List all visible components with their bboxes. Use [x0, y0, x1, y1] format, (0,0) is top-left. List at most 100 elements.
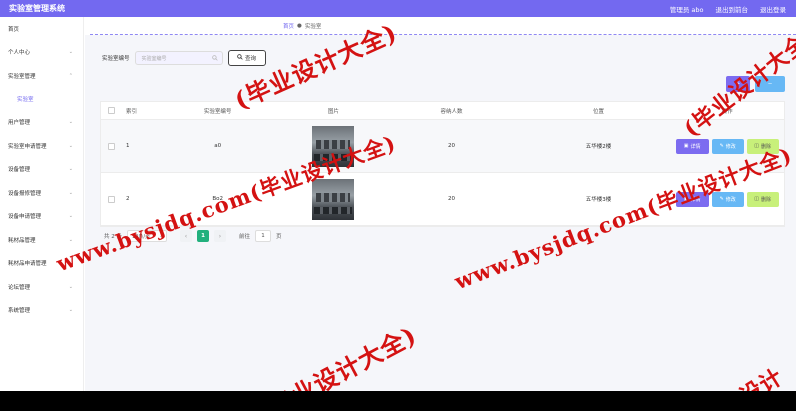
- trash-icon: ◫: [754, 196, 760, 202]
- select-all-checkbox[interactable]: [108, 107, 116, 114]
- select-all-cell: [101, 107, 123, 114]
- back-to-front-link[interactable]: 退出到前台: [716, 4, 749, 14]
- top-right-links: 管理员 abo 退出到前台 退出登录: [670, 4, 786, 14]
- table-header: 索引 实验室编号 图片 容纳人数 位置 操作: [101, 102, 784, 120]
- chevron-down-icon: ⌄: [68, 119, 73, 126]
- column-header-actions: 操作: [721, 108, 733, 115]
- row-select-cell: [101, 142, 123, 150]
- search-placeholder: 实验室编号: [141, 55, 167, 62]
- sidebar-item-label: 首页: [8, 26, 20, 33]
- app-title: 实验室管理系统: [9, 4, 65, 13]
- goto-page-input[interactable]: 1: [255, 230, 272, 242]
- column-header-location: 位置: [593, 108, 605, 115]
- pagination: 共 2 条 10条/页 ⌄ ‹ 1 › 前往 1 页: [104, 230, 282, 242]
- lab-photo: [312, 125, 355, 167]
- sidebar-item-label: 设备报修管理: [8, 190, 42, 197]
- edit-button[interactable]: ✎ 修改: [711, 191, 744, 207]
- sidebar-item-equipment-repair[interactable]: 设备报修管理 ⌄: [0, 181, 83, 205]
- sidebar-item-equipment[interactable]: 设备管理 ⌄: [0, 158, 83, 182]
- row-image-cell: [290, 125, 376, 167]
- trash-icon: ◫: [754, 143, 760, 149]
- sidebar-item-label: 实验室: [17, 97, 34, 103]
- sidebar-item-system[interactable]: 系统管理 ⌄: [0, 299, 83, 323]
- delete-button[interactable]: ◫ 删除: [746, 191, 779, 207]
- pagination-total: 共 2 条: [104, 234, 122, 240]
- breadcrumb-current: 实验室: [304, 24, 322, 30]
- detail-button[interactable]: ▣ 详情: [675, 138, 709, 154]
- delete-button-label: 删除: [761, 143, 772, 150]
- sidebar-item-label: 设备申请管理: [8, 214, 42, 221]
- sidebar-item-label: 论坛管理: [8, 284, 31, 291]
- table-row: 2 Bo2 20 五华楼3楼 ▣ 详情 ✎ 修改 ◫ 删除: [101, 173, 784, 226]
- sidebar-item-label: 实验室管理: [8, 73, 36, 80]
- sidebar-item-consumables[interactable]: 耗材品管理 ⌄: [0, 228, 83, 252]
- sidebar-subitem-lab[interactable]: 实验室: [0, 88, 83, 111]
- chevron-left-icon: ‹: [184, 232, 188, 240]
- logout-link[interactable]: 退出登录: [760, 4, 786, 14]
- edit-icon: ✎: [719, 196, 724, 202]
- prev-page-button[interactable]: ‹: [180, 230, 192, 242]
- sidebar-item-home[interactable]: 首页: [0, 17, 83, 41]
- row-capacity: 20: [447, 196, 455, 202]
- sidebar-item-lab-management[interactable]: 实验室管理 ⌃: [0, 64, 83, 88]
- chevron-down-icon: ⌄: [68, 142, 73, 149]
- column-header-index: 索引: [125, 108, 137, 115]
- plus-icon: +: [735, 81, 741, 87]
- edit-button-label: 修改: [725, 196, 736, 203]
- table-row: 1 a0 20 五华楼2楼 ▣ 详情 ✎ 修改 ◫ 删除: [101, 120, 784, 173]
- detail-icon: ▣: [683, 143, 689, 149]
- sidebar-item-lab-application[interactable]: 实验室申请管理 ⌄: [0, 134, 83, 158]
- detail-icon: ▣: [683, 196, 689, 202]
- current-page-button[interactable]: 1: [197, 230, 209, 242]
- chevron-down-icon: ⌄: [68, 189, 73, 196]
- delete-selected-button[interactable]: −: [755, 76, 785, 92]
- sidebar-item-label: 实验室申请管理: [8, 143, 47, 150]
- chevron-down-icon: ⌄: [68, 166, 73, 173]
- sidebar-item-personal-center[interactable]: 个人中心 ⌄: [0, 41, 83, 65]
- sidebar-item-label: 耗材品管理: [8, 237, 36, 244]
- edit-icon: ✎: [719, 143, 724, 149]
- delete-button[interactable]: ◫ 删除: [746, 138, 779, 154]
- sidebar-item-label: 耗材品申请管理: [8, 261, 47, 268]
- search-form: 实验室编号 实验室编号 查询: [102, 50, 266, 66]
- sidebar-item-user-management[interactable]: 用户管理 ⌄: [0, 111, 83, 135]
- goto-label: 前往: [239, 234, 251, 240]
- chevron-down-icon: ⌄: [68, 307, 73, 314]
- next-page-button[interactable]: ›: [214, 230, 226, 242]
- row-index: 2: [125, 196, 130, 202]
- detail-button-label: 详情: [690, 196, 701, 203]
- row-image-cell: [290, 178, 376, 220]
- search-input[interactable]: 实验室编号: [134, 51, 223, 65]
- chevron-down-icon: ⌄: [68, 213, 73, 220]
- search-icon: [237, 54, 243, 62]
- row-location: 五华楼2楼: [585, 144, 612, 150]
- row-select-cell: [101, 195, 123, 203]
- query-button-label: 查询: [245, 56, 257, 62]
- sidebar-item-forum[interactable]: 论坛管理 ⌄: [0, 275, 83, 299]
- breadcrumb-home[interactable]: 首页: [283, 22, 294, 30]
- breadcrumb: 首页 ● 实验室: [283, 22, 321, 30]
- chevron-down-icon: ⌄: [158, 233, 163, 239]
- sidebar-item-label: 设备管理: [8, 167, 31, 174]
- lab-table: 索引 实验室编号 图片 容纳人数 位置 操作 1 a0 20 五华楼2楼 ▣ 详情…: [100, 101, 785, 227]
- bottom-bar: [0, 391, 796, 411]
- column-header-capacity: 容纳人数: [440, 108, 463, 115]
- admin-label: 管理员 abo: [669, 5, 704, 14]
- add-button[interactable]: +: [726, 76, 750, 92]
- row-checkbox[interactable]: [108, 142, 116, 150]
- chevron-down-icon: ⌄: [68, 260, 73, 267]
- top-bar: 实验室管理系统 管理员 abo 退出到前台 退出登录: [0, 0, 796, 17]
- row-lab-number: Bo2: [212, 196, 223, 202]
- query-button[interactable]: 查询: [227, 50, 266, 66]
- edit-button[interactable]: ✎ 修改: [711, 138, 744, 154]
- sidebar-item-equipment-application[interactable]: 设备申请管理 ⌄: [0, 205, 83, 229]
- chevron-right-icon: ›: [218, 232, 222, 240]
- delete-button-label: 删除: [761, 196, 772, 203]
- page-size-select[interactable]: 10条/页 ⌄: [127, 230, 167, 242]
- page-unit-label: 页: [276, 234, 282, 240]
- sidebar-item-consumables-application[interactable]: 耗材品申请管理 ⌄: [0, 252, 83, 276]
- search-icon: [211, 55, 218, 63]
- row-checkbox[interactable]: [108, 195, 116, 203]
- detail-button[interactable]: ▣ 详情: [675, 191, 709, 207]
- breadcrumb-separator-icon: ●: [297, 23, 302, 29]
